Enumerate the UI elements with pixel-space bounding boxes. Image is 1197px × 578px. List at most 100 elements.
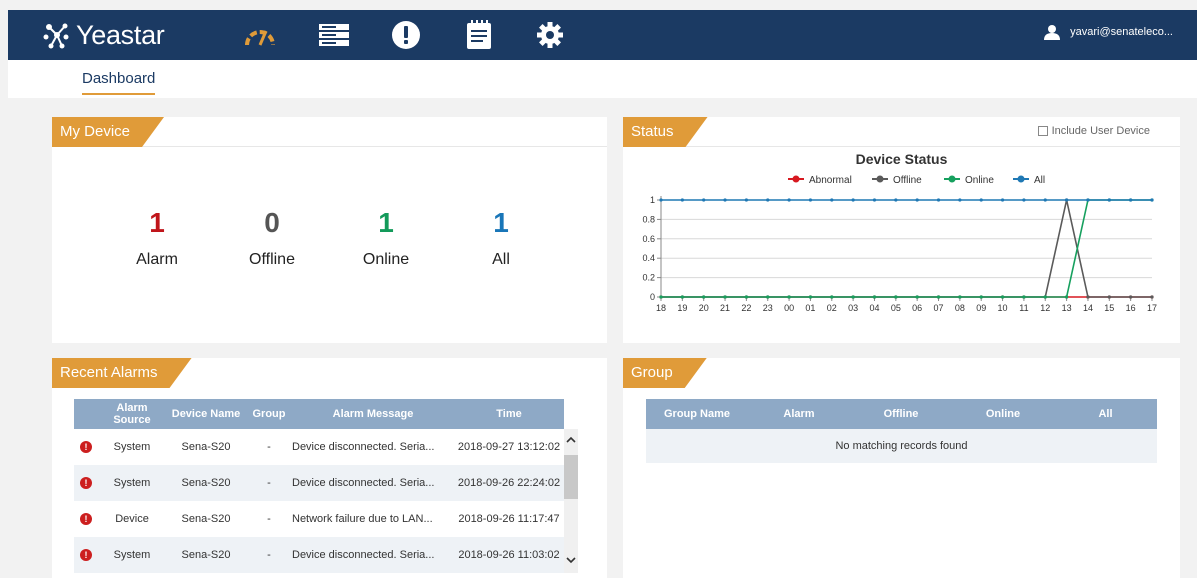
data-point-all <box>702 198 706 202</box>
alarms-scrollbar[interactable] <box>564 429 578 573</box>
y-tick-label: 0.6 <box>642 234 655 244</box>
stat-value: 1 <box>493 207 509 238</box>
user-menu[interactable]: yavari@senateleco... <box>1044 24 1173 40</box>
x-tick-label: 08 <box>955 303 965 313</box>
cell-group: - <box>267 441 271 453</box>
x-tick-label: 18 <box>656 303 666 313</box>
panel-header: Group <box>623 358 1180 388</box>
recent-alarms-table: Alarm Source Device Name Group Alarm Mes… <box>74 399 564 573</box>
tab-dashboard[interactable]: Dashboard <box>82 70 156 95</box>
alarm-cell: ! <box>74 501 98 537</box>
data-point-offline <box>1086 295 1090 299</box>
status-panel: Status Include User Device Device Status… <box>623 117 1180 343</box>
data-point-online <box>659 295 663 299</box>
data-point-all <box>808 198 813 202</box>
alarm-icon: ! <box>80 549 92 561</box>
data-point-all <box>1086 198 1090 202</box>
nav-devices[interactable] <box>318 21 350 49</box>
col-all[interactable]: All <box>1054 399 1157 429</box>
group-panel: Group Group Name Alarm Offline Online Al… <box>623 358 1180 578</box>
stat-label: Online <box>362 251 410 268</box>
col-time[interactable]: Time <box>454 399 564 429</box>
nav-alarms[interactable] <box>390 21 422 49</box>
data-point-offline <box>1129 295 1133 299</box>
data-point-all <box>787 198 791 202</box>
table-row[interactable]: ! System Sena-S20 - Device disconnected.… <box>74 537 564 573</box>
scroll-down-icon[interactable] <box>564 553 578 567</box>
cell-time: 2018-09-26 22:24:02 <box>454 465 564 501</box>
panel-header: Status Include User Device <box>623 117 1180 147</box>
recent-alarms-title: Recent Alarms <box>52 358 192 388</box>
stat-offline[interactable]: 0 Offline <box>217 207 327 269</box>
series-line-online <box>661 199 1152 298</box>
nav-settings[interactable] <box>534 21 566 49</box>
nav-logs[interactable] <box>463 20 495 49</box>
include-user-device-checkbox[interactable] <box>1037 126 1048 136</box>
stat-value: 0 <box>264 207 280 238</box>
x-tick-label: 10 <box>998 303 1008 313</box>
data-point-online <box>894 295 898 299</box>
col-alarm[interactable]: Alarm <box>748 399 850 429</box>
data-point-all <box>1000 198 1005 202</box>
legend-label: All <box>1034 175 1045 186</box>
y-tick-label: 0.2 <box>642 273 655 283</box>
user-name: yavari@senateleco... <box>1070 26 1173 38</box>
data-point-all <box>1150 198 1154 202</box>
table-row[interactable]: ! System Sena-S20 - Device disconnected.… <box>74 465 564 501</box>
data-point-all <box>894 198 898 202</box>
x-tick-label: 12 <box>1040 303 1050 313</box>
sub-navigation-bar: Dashboard <box>8 60 1197 98</box>
x-tick-label: 13 <box>1062 303 1072 313</box>
scrollbar-thumb[interactable] <box>564 455 578 499</box>
x-tick-label: 05 <box>891 303 901 313</box>
col-alarm-message[interactable]: Alarm Message <box>292 399 454 429</box>
table-row[interactable]: ! Device Sena-S20 - Network failure due … <box>74 501 564 537</box>
data-point-all <box>979 198 983 202</box>
col-group[interactable]: Group <box>246 399 292 429</box>
col-offline[interactable]: Offline <box>850 399 952 429</box>
cell-source: System <box>98 537 166 573</box>
col-icon <box>74 399 98 429</box>
nav-dashboard[interactable] <box>244 21 276 49</box>
stat-online[interactable]: 1 Online <box>331 207 441 269</box>
legend-label: Abnormal <box>809 175 852 186</box>
x-tick-label: 17 <box>1147 303 1157 313</box>
cell-source: System <box>98 465 166 501</box>
dashboard-gauge-icon <box>245 30 275 46</box>
table-header-row: Alarm Source Device Name Group Alarm Mes… <box>74 399 564 429</box>
series-line-offline <box>661 199 1152 298</box>
x-tick-label: 01 <box>805 303 815 313</box>
data-point-all <box>659 198 663 202</box>
x-tick-label: 07 <box>934 303 944 313</box>
table-row[interactable]: ! System Sena-S20 - Device disconnected.… <box>74 429 564 465</box>
alert-icon <box>392 21 420 49</box>
col-online[interactable]: Online <box>952 399 1054 429</box>
data-point-online <box>808 295 813 299</box>
x-tick-label: 22 <box>741 303 751 313</box>
include-user-device-option[interactable]: Include User Device <box>1037 125 1150 137</box>
data-point-online <box>958 295 962 299</box>
col-alarm-source[interactable]: Alarm Source <box>98 399 166 429</box>
col-device-name[interactable]: Device Name <box>166 399 246 429</box>
data-point-all <box>936 198 941 202</box>
cell-message: Device disconnected. Seria... <box>292 441 435 453</box>
data-point-all <box>1043 198 1047 202</box>
x-tick-label: 09 <box>976 303 986 313</box>
empty-message: No matching records found <box>646 429 1157 463</box>
x-tick-label: 11 <box>1019 303 1028 313</box>
data-point-all <box>958 198 962 202</box>
data-point-all <box>830 198 834 202</box>
table-header-row: Group Name Alarm Offline Online All <box>646 399 1157 429</box>
data-point-online <box>1022 295 1026 299</box>
data-point-all <box>1107 198 1111 202</box>
data-point-online <box>979 295 983 299</box>
include-user-device-label: Include User Device <box>1051 125 1150 137</box>
yeastar-logo[interactable]: Yeastar <box>42 19 165 51</box>
scroll-up-icon[interactable] <box>564 433 578 447</box>
col-group-name[interactable]: Group Name <box>646 399 748 429</box>
data-point-all <box>915 198 919 202</box>
stat-all[interactable]: 1 All <box>446 207 556 269</box>
stat-alarm[interactable]: 1 Alarm <box>102 207 212 269</box>
cell-message: Network failure due to LAN... <box>292 513 433 525</box>
recent-alarms-panel: Recent Alarms Alarm Source Device Name G… <box>52 358 607 578</box>
